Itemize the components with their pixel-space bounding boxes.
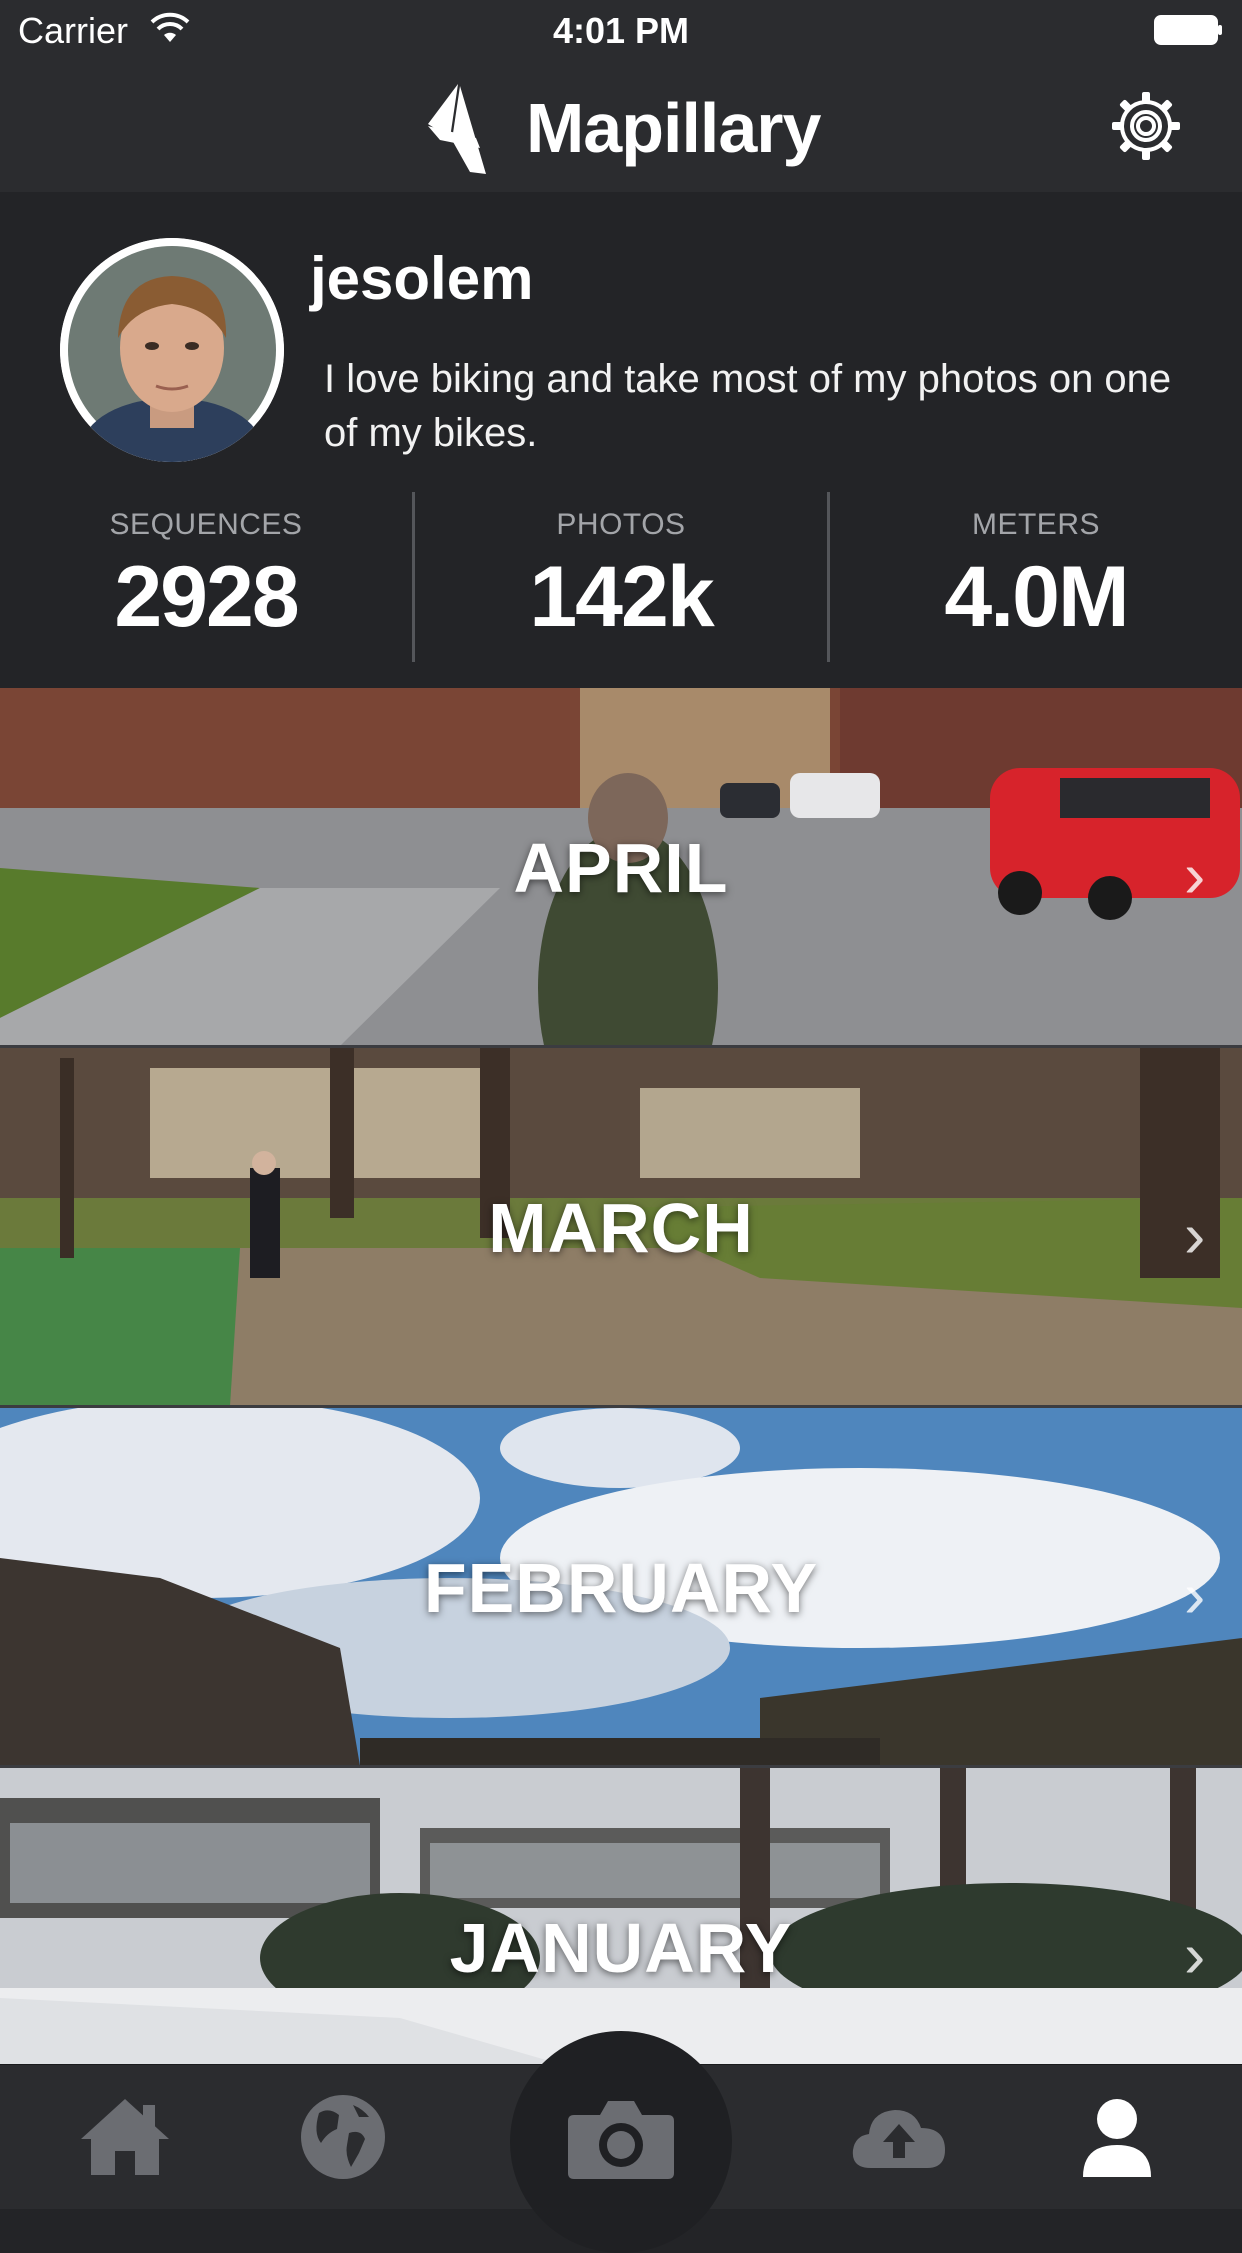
stat-label: PHOTOS (556, 508, 686, 541)
stat-meters: METERS 4.0M (827, 492, 1242, 662)
mapillary-logo-icon (428, 84, 486, 174)
gear-icon[interactable] (1108, 88, 1184, 164)
profile-bio: I love biking and take most of my photos… (324, 357, 1172, 455)
chevron-right-icon: › (1184, 839, 1206, 911)
month-row-april[interactable]: APRIL › (0, 688, 1242, 1046)
month-row-march[interactable]: MARCH › (0, 1048, 1242, 1406)
stat-value: 142k (529, 549, 714, 645)
month-label: JANUARY (449, 1909, 793, 1987)
mapillary-logo: Mapillary (420, 78, 821, 178)
chevron-right-icon: › (1184, 1919, 1206, 1991)
battery-icon (1154, 15, 1222, 45)
profile-icon (1083, 2099, 1151, 2177)
camera-icon (568, 2101, 674, 2179)
home-icon (81, 2099, 169, 2175)
brand-name: Mapillary (526, 89, 821, 167)
month-label: MARCH (488, 1189, 754, 1267)
stat-value: 2928 (114, 549, 299, 645)
chevron-right-icon: › (1184, 1559, 1206, 1631)
tab-profile[interactable] (1052, 2065, 1182, 2209)
tab-home[interactable] (60, 2065, 190, 2209)
stat-photos: PHOTOS 142k (412, 492, 827, 662)
stat-label: METERS (971, 508, 1100, 541)
month-label: APRIL (513, 829, 729, 907)
stat-label: SEQUENCES (109, 508, 303, 541)
avatar[interactable] (60, 238, 284, 462)
status-bar: Carrier 4:01 PM (0, 0, 1242, 62)
stats-row: SEQUENCES 2928 PHOTOS 142k METERS 4.0M (0, 492, 1242, 662)
clock-label: 4:01 PM (552, 10, 690, 51)
month-label: FEBRUARY (423, 1549, 819, 1627)
month-row-february[interactable]: FEBRUARY › (0, 1408, 1242, 1766)
username: jesolem (310, 245, 534, 312)
avatar-photo (60, 238, 284, 462)
stat-value: 4.0M (944, 549, 1129, 645)
globe-icon (301, 2095, 385, 2179)
tab-bar (0, 2031, 1242, 2253)
profile-header: jesolem I love biking and take most of m… (0, 192, 1242, 688)
tab-capture[interactable] (556, 2065, 686, 2209)
tab-explore[interactable] (278, 2065, 408, 2209)
chevron-right-icon: › (1184, 1199, 1206, 1271)
stat-sequences: SEQUENCES 2928 (0, 492, 412, 662)
tab-upload[interactable] (834, 2065, 964, 2209)
nav-bar: Mapillary (0, 62, 1242, 192)
cloud-upload-icon (852, 2110, 945, 2168)
